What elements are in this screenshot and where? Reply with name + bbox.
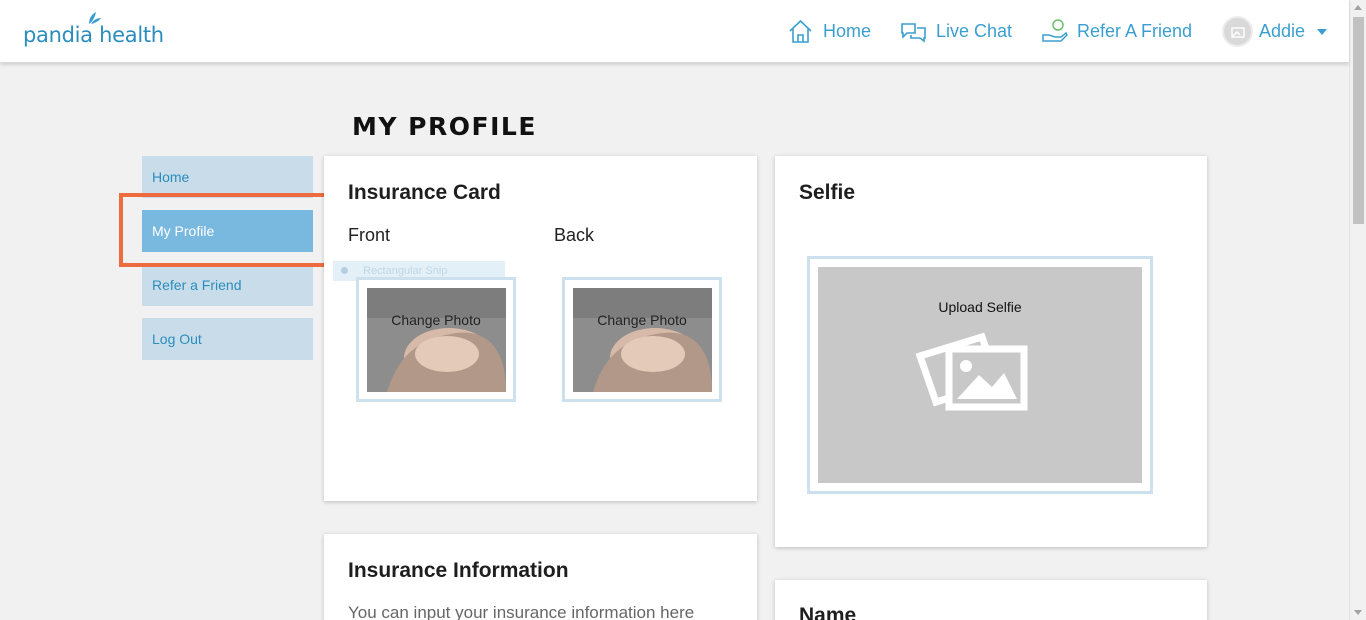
front-photo-image xyxy=(367,288,506,392)
nav-live-chat-label: Live Chat xyxy=(936,21,1013,41)
nav-refer-friend-link[interactable]: Refer A Friend xyxy=(1041,0,1192,63)
avatar xyxy=(1222,16,1253,47)
back-change-photo-label: Change Photo xyxy=(597,312,687,328)
sidebar-item-home[interactable]: Home xyxy=(142,156,313,198)
pandia-logo[interactable]: pandia health xyxy=(23,10,164,50)
nav-live-chat-link[interactable]: Live Chat xyxy=(900,0,1012,63)
front-change-photo-label: Change Photo xyxy=(391,312,481,328)
page-title: MY PROFILE xyxy=(352,112,537,141)
back-photo-image xyxy=(573,288,712,392)
nav-refer-friend-label: Refer A Friend xyxy=(1077,21,1193,41)
upload-selfie-label: Upload Selfie xyxy=(938,299,1022,315)
back-label: Back xyxy=(554,225,595,245)
top-navbar: pandia health Home Live Chat Refer A Fri… xyxy=(0,0,1349,63)
nav-home-link[interactable]: Home xyxy=(787,0,871,63)
home-icon xyxy=(787,18,814,45)
selfie-dropzone: Upload Selfie xyxy=(818,267,1142,483)
sidebar-item-log-out[interactable]: Log Out xyxy=(142,318,313,360)
insurance-card-title: Insurance Card xyxy=(348,181,501,204)
page-scrollbar[interactable] xyxy=(1349,0,1366,620)
hand-coin-icon xyxy=(1041,18,1068,45)
highlight-annotation-box xyxy=(119,193,333,267)
scroll-thumb[interactable] xyxy=(1353,17,1364,224)
back-photo-upload[interactable]: Change Photo xyxy=(562,277,722,402)
chat-bubbles-icon xyxy=(900,20,927,44)
nav-home-label: Home xyxy=(823,21,872,41)
selfie-title: Selfie xyxy=(799,181,856,204)
insurance-info-title: Insurance Information xyxy=(348,559,569,582)
front-label: Front xyxy=(348,225,391,245)
avatar-photo-icon xyxy=(1230,26,1245,38)
insurance-info-description: You can input your insurance information… xyxy=(348,603,695,620)
scroll-up-arrow-icon[interactable] xyxy=(1354,5,1362,10)
snip-ghost-label: Rectangular Snip xyxy=(363,265,448,277)
leaf-icon xyxy=(89,12,101,24)
scroll-down-arrow-icon[interactable] xyxy=(1354,610,1362,615)
name-title: Name xyxy=(799,604,857,620)
upload-selfie-button[interactable]: Upload Selfie xyxy=(807,256,1153,494)
front-photo-upload[interactable]: Change Photo xyxy=(356,277,516,402)
chevron-down-icon xyxy=(1317,28,1328,35)
sidebar-item-refer-friend[interactable]: Refer a Friend xyxy=(142,264,313,306)
snip-dot-icon xyxy=(341,267,348,274)
user-name: Addie xyxy=(1259,21,1306,41)
image-placeholder-icon xyxy=(915,332,1028,411)
user-menu-dropdown[interactable]: Addie xyxy=(1222,0,1328,63)
